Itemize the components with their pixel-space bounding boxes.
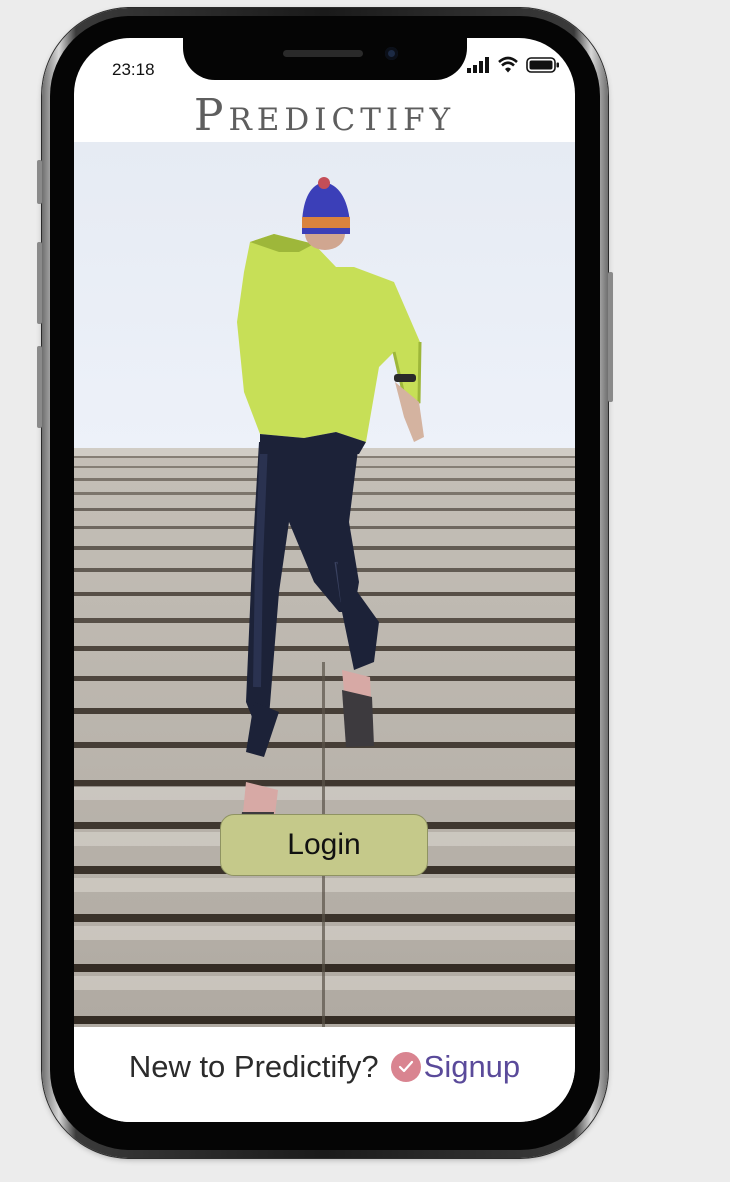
volume-down-button bbox=[37, 346, 42, 428]
checkmark-icon bbox=[390, 1052, 421, 1082]
runner-on-stairs-illustration bbox=[74, 142, 575, 1027]
signal-bars-icon bbox=[467, 57, 489, 73]
status-time: 23:18 bbox=[112, 60, 155, 79]
signup-prompt: New to Predictify? bbox=[128, 1049, 379, 1084]
power-button bbox=[608, 272, 613, 402]
volume-up-button bbox=[37, 242, 42, 324]
speaker-grille bbox=[283, 50, 363, 57]
signup-row: New to Predictify? Signup bbox=[74, 1049, 575, 1085]
wifi-icon bbox=[498, 56, 518, 73]
hero-photo bbox=[74, 142, 575, 1027]
app-screen: 23:18 Predictify Login New to Predictify… bbox=[74, 38, 575, 1122]
notch bbox=[183, 38, 467, 80]
status-icons bbox=[467, 56, 561, 74]
silent-switch bbox=[37, 160, 42, 204]
login-button[interactable]: Login bbox=[220, 814, 428, 876]
signup-footer: New to Predictify? Signup bbox=[74, 1027, 575, 1122]
app-title: Predictify bbox=[193, 90, 456, 141]
signup-link[interactable]: Signup bbox=[424, 1049, 521, 1084]
front-camera bbox=[385, 47, 398, 60]
battery-icon bbox=[526, 57, 559, 73]
